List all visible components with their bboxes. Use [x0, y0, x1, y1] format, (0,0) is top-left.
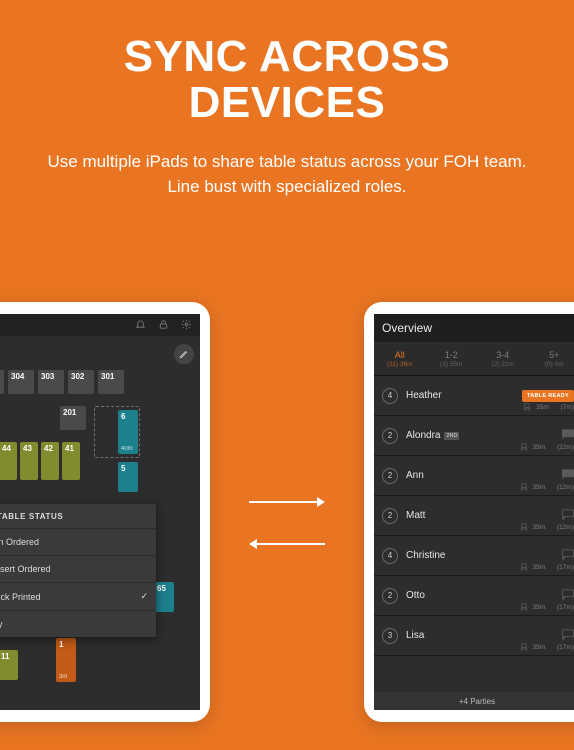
left-topbar: [0, 314, 200, 336]
party-name: Ann: [406, 470, 554, 481]
left-screen: 305 304 303 302 301 201 640m 45 44 43 42…: [0, 314, 200, 710]
arrow-left-icon: [247, 537, 327, 551]
table-tile[interactable]: 305: [0, 370, 4, 394]
bell-icon[interactable]: [135, 319, 146, 332]
party-count: 4: [382, 388, 398, 404]
party-name: Alondra2ND: [406, 430, 554, 441]
tab-all[interactable]: All(11) 36m: [374, 342, 426, 375]
check-icon: ✓: [140, 591, 148, 602]
list-item[interactable]: 4 Christine 35m (17m): [374, 536, 574, 576]
ipad-left: 305 304 303 302 301 201 640m 45 44 43 42…: [0, 302, 210, 722]
sync-arrows: [247, 495, 327, 551]
subhead: Use multiple iPads to share table status…: [0, 126, 574, 199]
party-name: Matt: [406, 510, 554, 521]
right-header: Overview: [374, 314, 574, 342]
table-tile[interactable]: 303: [38, 370, 64, 394]
badge-table-ready: TABLE READY: [522, 390, 574, 402]
list-item[interactable]: 4 Heather TABLE READY 35m (7m): [374, 376, 574, 416]
table-tile[interactable]: 42: [41, 442, 59, 480]
tab-3-4[interactable]: 3-4(2) 22m: [477, 342, 529, 375]
chair-icon: [520, 443, 528, 452]
chat-icon: [562, 509, 574, 522]
overview-title: Overview: [382, 321, 432, 335]
lock-icon[interactable]: [158, 319, 169, 332]
popup-option[interactable]: Dirty: [0, 611, 156, 637]
table-tile[interactable]: 65: [154, 582, 174, 612]
chair-icon: [520, 563, 528, 572]
table-tile[interactable]: 5: [118, 462, 138, 492]
party-name: Christine: [406, 550, 554, 561]
list-item[interactable]: 3 Lisa 35m (17m): [374, 616, 574, 656]
table-tile[interactable]: 302: [68, 370, 94, 394]
headline: SYNC ACROSS DEVICES: [0, 0, 574, 126]
popup-header[interactable]: TABLE STATUS: [0, 504, 156, 529]
ipad-right: Overview All(11) 36m 1-2(3) 35m 3-4(2) 2…: [364, 302, 574, 722]
table-tile[interactable]: 13m: [56, 638, 76, 682]
pencil-icon: [179, 349, 189, 359]
table-tile[interactable]: 44: [0, 442, 17, 480]
chair-icon: [520, 523, 528, 532]
tab-5plus[interactable]: 5+(0) 0m: [529, 342, 574, 375]
chat-icon: [562, 549, 574, 562]
table-status-popup: TABLE STATUS Main Ordered Dessert Ordere…: [0, 504, 156, 637]
party-count: 2: [382, 428, 398, 444]
headline-l1: SYNC ACROSS: [124, 32, 451, 81]
chair-icon: [523, 403, 531, 412]
table-tile[interactable]: 304: [8, 370, 34, 394]
popup-title: TABLE STATUS: [0, 512, 63, 521]
chat-icon: [562, 589, 574, 602]
list-item[interactable]: 2 Matt 35m (12m): [374, 496, 574, 536]
party-count: 2: [382, 508, 398, 524]
headline-l2: DEVICES: [189, 78, 386, 127]
filter-tabs: All(11) 36m 1-2(3) 35m 3-4(2) 22m 5+(0) …: [374, 342, 574, 376]
list-item[interactable]: 2 Ann 35m (12m): [374, 456, 574, 496]
party-count: 2: [382, 468, 398, 484]
chair-icon: [520, 643, 528, 652]
party-count: 2: [382, 588, 398, 604]
popup-option[interactable]: Check Printed✓: [0, 583, 156, 611]
list-item[interactable]: 2 Otto 35m (17m): [374, 576, 574, 616]
chair-icon: [520, 603, 528, 612]
popup-option[interactable]: Dessert Ordered: [0, 556, 156, 583]
waitlist: 4 Heather TABLE READY 35m (7m) 2 Alondra…: [374, 376, 574, 692]
chat-icon: [562, 469, 574, 482]
right-screen: Overview All(11) 36m 1-2(3) 35m 3-4(2) 2…: [374, 314, 574, 710]
list-item[interactable]: 2 Alondra2ND 35m (22m): [374, 416, 574, 456]
chat-icon: [562, 629, 574, 642]
table-tile[interactable]: 43: [20, 442, 38, 480]
tag-2nd: 2ND: [444, 432, 459, 440]
table-tile[interactable]: 301: [98, 370, 124, 394]
table-tile[interactable]: 640m: [118, 410, 138, 454]
tab-1-2[interactable]: 1-2(3) 35m: [426, 342, 478, 375]
table-tile[interactable]: 41: [62, 442, 80, 480]
popup-option[interactable]: Main Ordered: [0, 529, 156, 556]
gear-icon[interactable]: [181, 319, 192, 332]
party-name: Heather: [406, 390, 514, 401]
party-name: Lisa: [406, 630, 554, 641]
chat-icon: [562, 429, 574, 442]
more-parties-button[interactable]: +4 Parties: [374, 692, 574, 710]
party-count: 4: [382, 548, 398, 564]
table-tile[interactable]: 11: [0, 650, 18, 680]
chair-icon: [520, 483, 528, 492]
arrow-right-icon: [247, 495, 327, 509]
edit-button[interactable]: [174, 344, 194, 364]
table-tile[interactable]: 201: [60, 406, 86, 430]
party-name: Otto: [406, 590, 554, 601]
party-count: 3: [382, 628, 398, 644]
